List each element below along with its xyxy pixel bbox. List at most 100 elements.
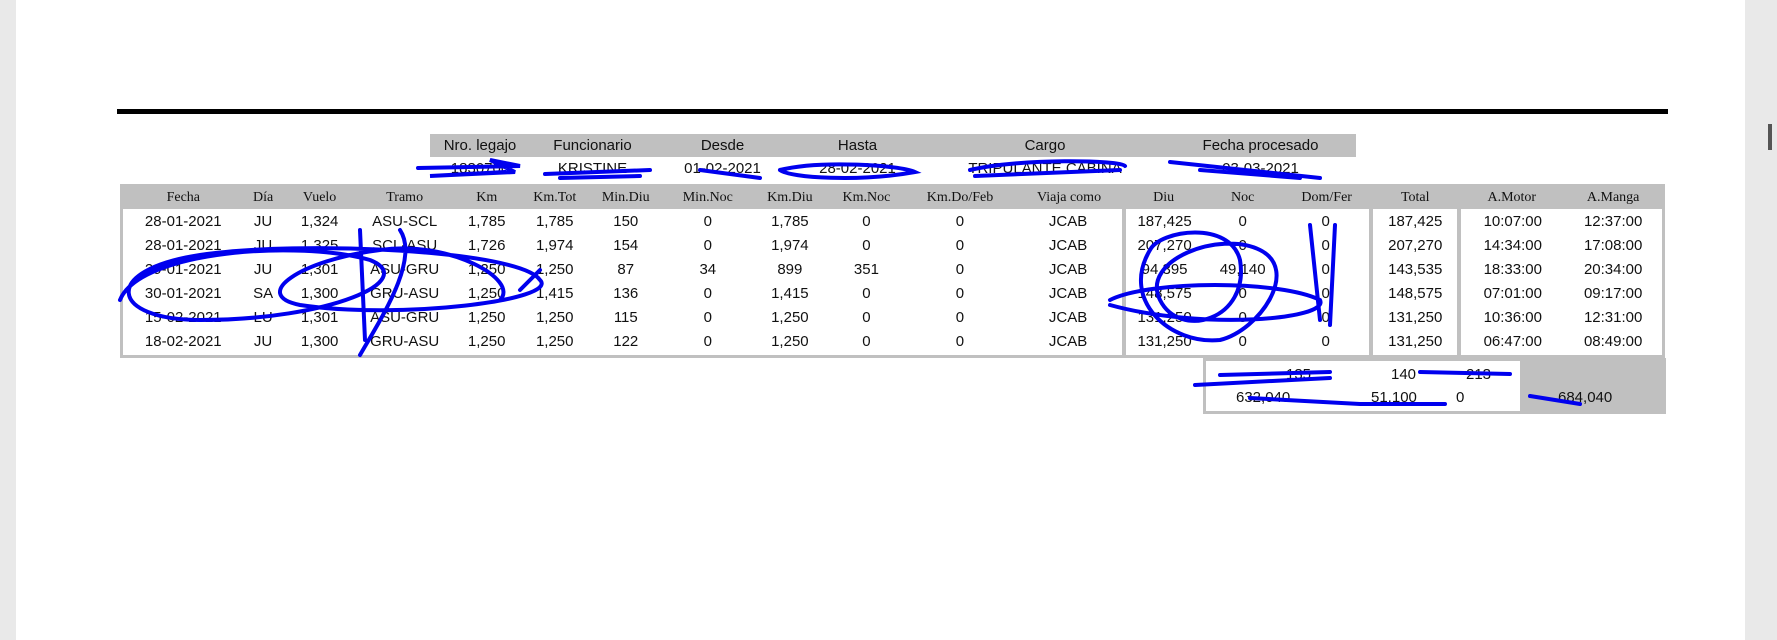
summary-min-noc: 140: [1391, 366, 1417, 383]
summary-values: 135 140 213 632,040 51,100 0: [1206, 361, 1520, 411]
column-header: Min.Noc: [662, 185, 753, 209]
table-cell: 1,325: [300, 236, 339, 254]
column-header: Viaja como: [1014, 185, 1125, 209]
table-cell: 131,250: [1122, 329, 1204, 357]
label-legajo: Nro. legajo: [443, 137, 517, 154]
column-header: A.Manga: [1564, 185, 1664, 209]
scrollbar-thumb[interactable]: [1768, 124, 1772, 150]
table-cell: 1,785: [535, 212, 574, 230]
value-cargo: TRIPULANTE CABINA: [968, 159, 1122, 177]
table-cell: JCAB: [1048, 308, 1088, 326]
value-fecha-procesado: 03-03-2021: [1222, 159, 1299, 177]
table-cell: 0: [703, 236, 712, 254]
value-hasta: 28-02-2021: [819, 159, 896, 177]
table-cell: 122: [613, 332, 639, 350]
table-cell: 148,575: [1369, 281, 1460, 305]
table-row: 15-02-2021 LU 1,301 ASU-GRU 1,250 1,250 115 0 1,…: [122, 305, 1664, 329]
column-header: A.Motor: [1459, 185, 1565, 209]
flights-table: Fecha Día Vuelo Tramo Km Km.Tot Min.Diu Min.Noc…: [120, 184, 1665, 358]
table-cell: 1,250: [535, 260, 574, 278]
table-cell: 0: [955, 236, 965, 254]
table-cell: 17:08:00: [1583, 236, 1643, 254]
summary-min-diu: 135: [1286, 366, 1312, 383]
column-header: Km.Noc: [826, 185, 906, 209]
table-cell: 94,395: [1122, 257, 1204, 281]
table-cell: 08:49:00: [1583, 332, 1643, 350]
value-funcionario: KRISTINE: [557, 159, 628, 177]
column-header: Vuelo: [282, 185, 357, 209]
table-body: 28-01-2021 JU 1,324 ASU-SCL 1,785 1,785 150 0 1,…: [122, 209, 1664, 357]
table-cell: 0: [1321, 236, 1330, 254]
table-row: 18-02-2021 JU 1,300 GRU-ASU 1,250 1,250 122 0 1,…: [122, 329, 1664, 357]
summary-total: 684,040: [1558, 389, 1613, 406]
table-cell: 136: [613, 284, 639, 302]
table-cell: 30-01-2021: [144, 284, 222, 302]
table-row: 28-01-2021 JU 1,324 ASU-SCL 1,785 1,785 150 0 1,…: [122, 209, 1664, 233]
table-cell: 1,324: [300, 212, 339, 230]
table-cell: 28-01-2021: [144, 236, 222, 254]
column-header: Fecha: [121, 185, 244, 209]
table-cell: 131,250: [1369, 329, 1460, 357]
table-cell: 07:01:00: [1457, 281, 1565, 305]
table-cell: 1,785: [467, 212, 506, 230]
table-cell: 29-01-2021: [144, 260, 222, 278]
label-desde: Desde: [700, 137, 745, 154]
table-cell: 0: [1238, 212, 1247, 230]
table-cell: 0: [955, 260, 965, 278]
table-cell: 187,425: [1122, 209, 1204, 233]
table-cell: 187,425: [1369, 209, 1460, 233]
table-cell: 154: [613, 236, 639, 254]
header-rule: [117, 109, 1668, 114]
label-hasta: Hasta: [837, 137, 878, 154]
table-cell: 1,785: [771, 212, 809, 230]
table-cell: 0: [1321, 284, 1330, 302]
summary-box: 135 140 213 632,040 51,100 0 684,040: [1203, 358, 1666, 414]
table-cell: JCAB: [1048, 236, 1088, 254]
table-cell: JU: [253, 236, 273, 254]
label-funcionario: Funcionario: [553, 137, 632, 154]
table-cell: 06:47:00: [1457, 329, 1565, 357]
table-cell: JCAB: [1048, 212, 1088, 230]
table-cell: 18-02-2021: [144, 332, 222, 350]
table-cell: 0: [862, 236, 871, 254]
table-cell: JCAB: [1048, 284, 1088, 302]
table-cell: GRU-ASU: [370, 332, 440, 350]
table-cell: 1,301: [300, 308, 339, 326]
table-cell: 0: [862, 332, 871, 350]
table-cell: 0: [1321, 332, 1330, 350]
table-cell: 1,250: [771, 332, 809, 350]
employee-info-values: 1830700 KRISTINE 01-02-2021 28-02-2021 T…: [430, 157, 1356, 179]
summary-dom-fer: 0: [1456, 389, 1465, 406]
table-cell: 0: [955, 332, 965, 350]
table-cell: 0: [1321, 212, 1330, 230]
table-cell: 131,250: [1122, 305, 1204, 329]
table-cell: SA: [253, 284, 274, 302]
table-cell: 0: [703, 332, 712, 350]
table-cell: 1,301: [300, 260, 339, 278]
label-fecha-procesado: Fecha procesado: [1202, 137, 1319, 154]
table-cell: 12:31:00: [1583, 308, 1643, 326]
table-cell: 18:33:00: [1457, 257, 1565, 281]
table-cell: 12:37:00: [1583, 212, 1643, 230]
table-cell: 1,250: [467, 260, 506, 278]
column-header: Noc: [1203, 185, 1283, 209]
table-cell: 09:17:00: [1583, 284, 1643, 302]
table-cell: 1,250: [535, 332, 574, 350]
column-header: Diu: [1124, 185, 1204, 209]
table-cell: 0: [862, 308, 871, 326]
table-cell: 1,250: [467, 332, 506, 350]
label-cargo: Cargo: [1024, 137, 1066, 154]
table-cell: 0: [955, 212, 965, 230]
table-cell: 28-01-2021: [144, 212, 222, 230]
table-cell: 20:34:00: [1583, 260, 1643, 278]
summary-total-cell: 684,040: [1520, 361, 1663, 411]
table-cell: 49,140: [1219, 260, 1266, 278]
table-cell: SCL-ASU: [372, 236, 438, 254]
table-cell: JU: [253, 332, 273, 350]
table-cell: 1,250: [771, 308, 809, 326]
table-cell: 14:34:00: [1457, 233, 1565, 257]
column-header: Km.Diu: [752, 185, 827, 209]
table-cell: 148,575: [1122, 281, 1204, 305]
table-cell: 1,726: [467, 236, 506, 254]
table-cell: 207,270: [1369, 233, 1460, 257]
